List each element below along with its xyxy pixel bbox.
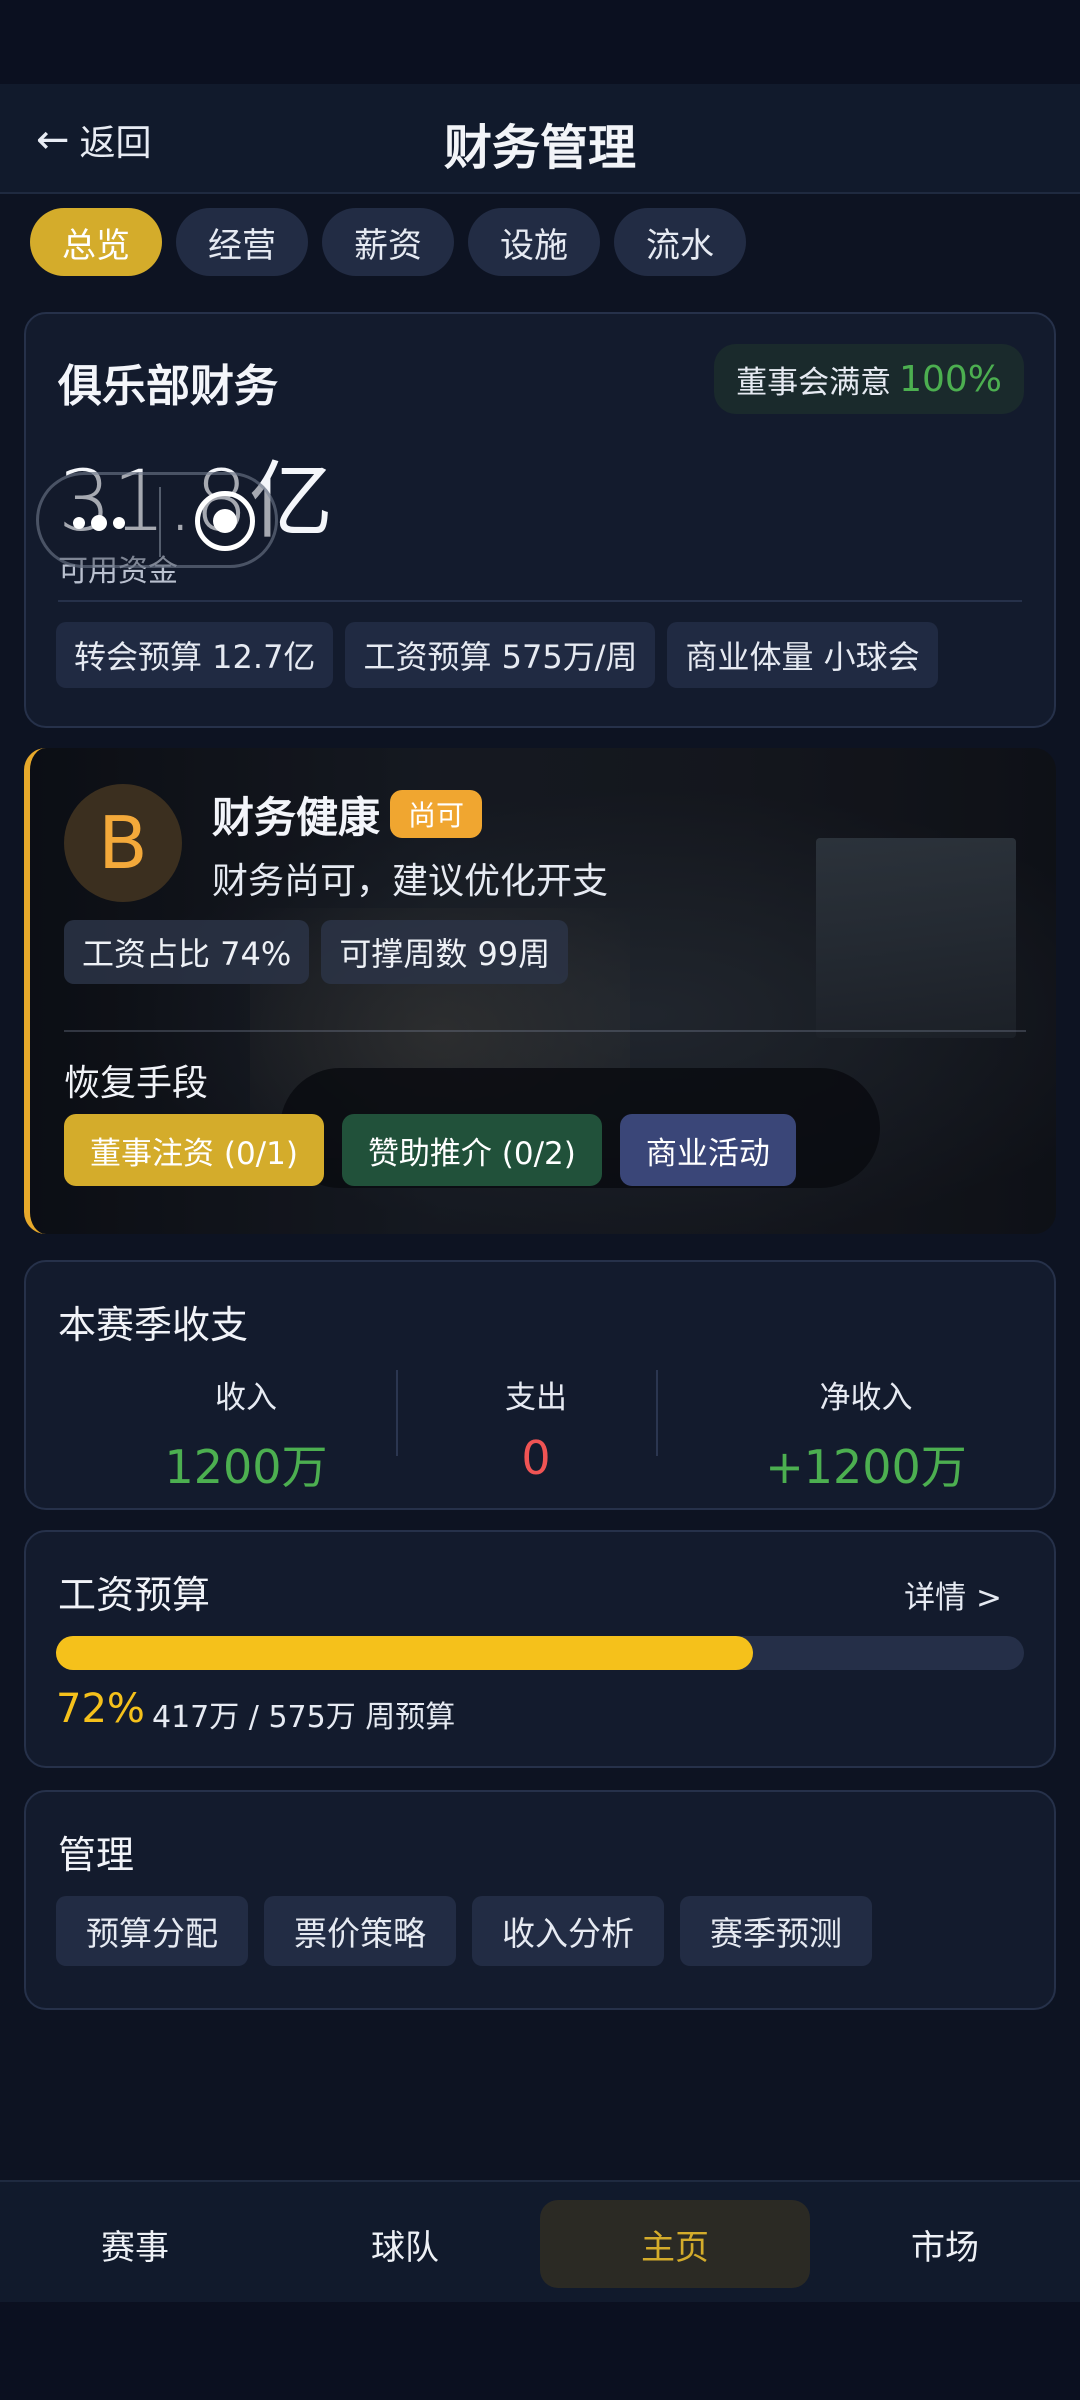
nav-home[interactable]: 主页	[540, 2200, 810, 2288]
tab-operations[interactable]: 经营	[176, 208, 308, 276]
finance-chips: 转会预算 12.7亿 工资预算 575万/周 商业体量 小球会	[56, 622, 938, 688]
health-description: 财务尚可，建议优化开支	[212, 861, 609, 902]
wage-usage-text: 417万 / 575万 周预算	[152, 1700, 456, 1735]
nav-team[interactable]: 球队	[270, 2200, 540, 2288]
tab-overview[interactable]: 总览	[30, 208, 162, 276]
board-satisfaction-badge: 董事会满意 100%	[714, 344, 1024, 414]
commercial-event-button[interactable]: 商业活动	[619, 1114, 796, 1186]
tab-transactions[interactable]: 流水	[614, 208, 746, 276]
wage-title: 工资预算	[58, 1573, 211, 1617]
divider	[64, 1030, 1026, 1032]
expense-value: 0	[521, 1431, 551, 1485]
health-title: 财务健康	[212, 793, 381, 842]
manage-title: 管理	[58, 1833, 135, 1877]
status-bar	[0, 0, 1080, 84]
health-grade-badge: B	[64, 784, 182, 902]
tab-facilities[interactable]: 设施	[468, 208, 600, 276]
tab-bar: 总览 经营 薪资 设施 流水	[30, 208, 746, 276]
sponsor-pitch-button[interactable]: 赞助推介 (0/2)	[341, 1114, 602, 1186]
page-title: 财务管理	[443, 120, 636, 176]
weeks-sustain-chip: 可撑周数 99周	[321, 920, 569, 984]
financial-health-card: B 财务健康 尚可 财务尚可，建议优化开支 工资占比 74% 可撑周数 99周 …	[24, 748, 1056, 1234]
divider	[58, 600, 1022, 602]
income-analysis-button[interactable]: 收入分析	[472, 1896, 664, 1966]
wage-ratio-chip: 工资占比 74%	[64, 920, 310, 984]
income-label: 收入	[215, 1380, 277, 1416]
expense-stat: 支出 0	[446, 1372, 626, 1485]
target-icon[interactable]	[195, 491, 255, 551]
capsule-separator	[159, 487, 161, 557]
commercial-size-chip: 商业体量 小球会	[667, 622, 938, 688]
ticket-pricing-button[interactable]: 票价策略	[264, 1896, 456, 1966]
stat-separator	[396, 1370, 398, 1456]
finance-title: 俱乐部财务	[58, 361, 278, 412]
net-value: +1200万	[765, 1440, 967, 1494]
net-income-stat: 净收入 +1200万	[726, 1372, 1006, 1497]
recovery-title: 恢复手段	[64, 1063, 209, 1104]
board-injection-button[interactable]: 董事注资 (0/1)	[64, 1114, 324, 1186]
board-label: 董事会满意	[736, 364, 892, 401]
season-income-card: 本赛季收支 收入 1200万 支出 0 净收入 +1200万	[24, 1260, 1056, 1510]
health-status-tag: 尚可	[390, 790, 483, 838]
wage-progress-fill	[56, 1636, 753, 1670]
transfer-budget-chip: 转会预算 12.7亿	[56, 622, 334, 688]
wage-progress-bar	[56, 1636, 1024, 1670]
floating-capsule-widget[interactable]	[36, 472, 278, 568]
nav-matches[interactable]: 赛事	[0, 2200, 270, 2288]
bottom-navigation: 赛事 球队 主页 市场	[0, 2180, 1080, 2302]
health-chips: 工资占比 74% 可撑周数 99周	[64, 920, 569, 984]
management-card: 管理 预算分配 票价策略 收入分析 赛季预测	[24, 1790, 1056, 2010]
stat-separator	[656, 1370, 658, 1456]
income-stat: 收入 1200万	[126, 1372, 366, 1497]
recovery-actions: 董事注资 (0/1) 赞助推介 (0/2) 商业活动	[64, 1114, 796, 1186]
season-title: 本赛季收支	[58, 1303, 249, 1347]
board-value: 100%	[899, 358, 1002, 400]
expense-label: 支出	[505, 1380, 567, 1416]
wage-percent: 72%	[56, 1686, 145, 1732]
app-header: ← 返回 财务管理	[0, 84, 1080, 194]
manage-actions: 预算分配 票价策略 收入分析 赛季预测	[56, 1896, 872, 1966]
tab-wages[interactable]: 薪资	[322, 208, 454, 276]
budget-allocation-button[interactable]: 预算分配	[56, 1896, 248, 1966]
more-dots-icon[interactable]	[73, 515, 125, 531]
nav-market[interactable]: 市场	[810, 2200, 1080, 2288]
income-value: 1200万	[164, 1440, 328, 1494]
system-nav-area	[0, 2302, 1080, 2400]
net-label: 净收入	[819, 1380, 913, 1416]
season-forecast-button[interactable]: 赛季预测	[680, 1896, 872, 1966]
wage-detail-link[interactable]: 详情 >	[904, 1572, 1002, 1617]
wage-budget-chip: 工资预算 575万/周	[345, 622, 656, 688]
wage-budget-card: 工资预算 详情 > 72% 417万 / 575万 周预算	[24, 1530, 1056, 1768]
